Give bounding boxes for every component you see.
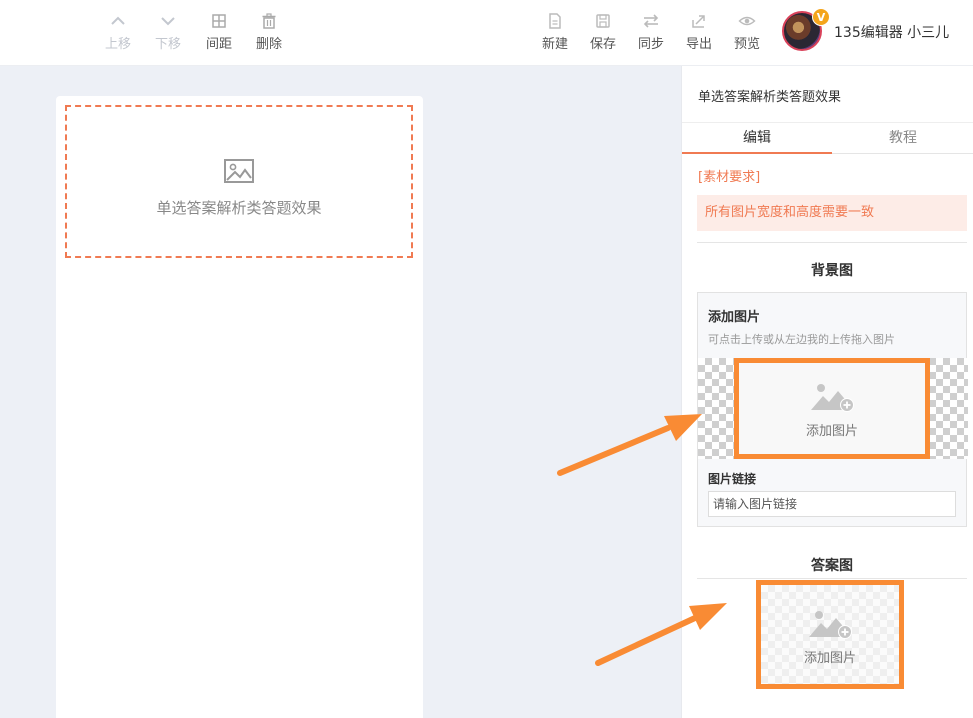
- sync-icon: [629, 10, 673, 32]
- panel-tabs: 编辑 教程: [682, 122, 973, 154]
- add-answer-image-button[interactable]: 添加图片: [756, 580, 904, 689]
- trash-icon: [247, 10, 291, 32]
- background-image-preview: 添加图片: [698, 358, 968, 459]
- background-image-box: 添加图片 可点击上传或从左边我的上传拖入图片 添加图片 图片链接: [697, 292, 968, 527]
- settings-panel: 单选答案解析类答题效果 编辑 教程 [素材要求] 所有图片宽度和高度需要一致 背…: [681, 66, 973, 718]
- save-icon: [581, 10, 625, 32]
- tab-edit[interactable]: 编辑: [682, 123, 832, 154]
- top-toolbar: 上移 下移 间距 删除 新建 保存 同步 导出 预览 V 135编辑器 小三儿: [0, 0, 973, 66]
- add-image-label: 添加图片: [803, 651, 856, 666]
- new-button[interactable]: 新建: [533, 10, 577, 52]
- editor-canvas: 单选答案解析类答题效果: [0, 66, 681, 718]
- answer-section-title: 答案图: [811, 558, 853, 574]
- spacing-button[interactable]: 间距: [197, 10, 241, 52]
- add-image-icon: [809, 611, 852, 639]
- panel-title: 单选答案解析类答题效果: [698, 90, 842, 105]
- export-button[interactable]: 导出: [677, 10, 721, 52]
- divider: [697, 578, 967, 579]
- image-link-label: 图片链接: [708, 472, 757, 486]
- move-up-button[interactable]: 上移: [96, 10, 140, 52]
- save-button[interactable]: 保存: [581, 10, 625, 52]
- image-icon: [67, 157, 411, 189]
- add-image-icon: [811, 384, 854, 412]
- placeholder-text: 单选答案解析类答题效果: [156, 199, 322, 217]
- chevron-up-icon: [96, 10, 140, 32]
- image-link-input[interactable]: [708, 491, 956, 517]
- tab-tutorial[interactable]: 教程: [832, 123, 973, 154]
- export-icon: [677, 10, 721, 32]
- background-section-title: 背景图: [811, 263, 853, 279]
- requirement-notice: 所有图片宽度和高度需要一致: [697, 195, 967, 231]
- phone-preview: 单选答案解析类答题效果: [56, 96, 423, 718]
- chevron-down-icon: [146, 10, 190, 32]
- eye-icon: [725, 10, 769, 32]
- grid-icon: [197, 10, 241, 32]
- divider: [697, 242, 967, 243]
- add-background-image-button[interactable]: 添加图片: [734, 358, 930, 459]
- new-document-icon: [533, 10, 577, 32]
- sync-button[interactable]: 同步: [629, 10, 673, 52]
- delete-button[interactable]: 删除: [247, 10, 291, 52]
- add-image-label: 添加图片: [805, 424, 858, 439]
- add-image-title: 添加图片: [708, 310, 761, 325]
- upload-hint: 可点击上传或从左边我的上传拖入图片: [708, 333, 895, 346]
- username[interactable]: 135编辑器 小三儿: [834, 22, 949, 42]
- requirement-label: [素材要求]: [698, 170, 761, 185]
- template-placeholder[interactable]: 单选答案解析类答题效果: [65, 105, 413, 258]
- preview-button[interactable]: 预览: [725, 10, 769, 52]
- vip-badge: V: [812, 8, 830, 26]
- move-down-button[interactable]: 下移: [146, 10, 190, 52]
